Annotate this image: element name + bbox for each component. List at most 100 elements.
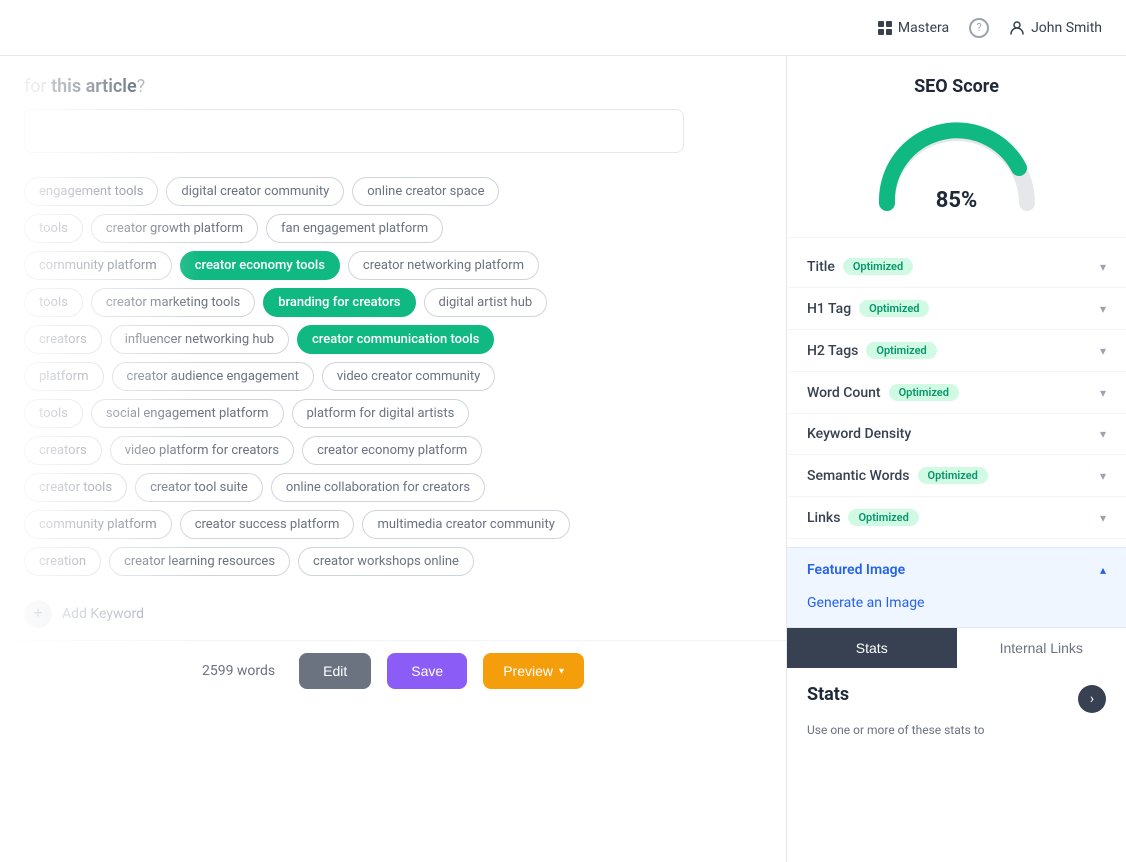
keyword-tag-active[interactable]: creator economy tools <box>180 251 340 280</box>
badge-h2: Optimized <box>866 342 936 359</box>
chevron-right-icon: ▾ <box>1100 386 1106 400</box>
badge-semantic: Optimized <box>918 467 988 484</box>
keywords-row: community platform creator success platf… <box>24 510 762 539</box>
keyword-tag[interactable]: video creator community <box>322 362 495 391</box>
chevron-right-icon: ▾ <box>1100 469 1106 483</box>
keyword-search-input[interactable] <box>24 109 684 153</box>
chevron-right-icon: ▾ <box>1100 302 1106 316</box>
keywords-row: creators influencer networking hub creat… <box>24 325 762 354</box>
keywords-row: community platform creator economy tools… <box>24 251 762 280</box>
keyword-tag[interactable]: creation <box>24 547 101 576</box>
seo-row-links[interactable]: Links Optimized ▾ <box>787 497 1126 539</box>
save-button[interactable]: Save <box>387 653 467 689</box>
help-icon[interactable]: ? <box>969 18 989 38</box>
badge-wordcount: Optimized <box>889 384 959 401</box>
preview-button[interactable]: Preview ▾ <box>483 653 584 689</box>
badge-h1: Optimized <box>859 300 929 317</box>
keywords-row: tools creator marketing tools branding f… <box>24 288 762 317</box>
main-layout: for this article? engagement tools digit… <box>0 56 1126 862</box>
seo-label-h1: H1 Tag <box>807 301 851 317</box>
featured-image-header[interactable]: Featured Image ▴ <box>787 548 1126 592</box>
keyword-tag[interactable]: online creator space <box>352 177 499 206</box>
keywords-row: engagement tools digital creator communi… <box>24 177 762 206</box>
seo-row-h1[interactable]: H1 Tag Optimized ▾ <box>787 288 1126 330</box>
keyword-tag[interactable]: creator workshops online <box>298 547 474 576</box>
header: Mastera ? John Smith <box>0 0 1126 56</box>
tab-internal-links[interactable]: Internal Links <box>957 628 1126 668</box>
keyword-tag[interactable]: tools <box>24 288 83 317</box>
add-keyword-row: + Add Keyword <box>0 592 786 640</box>
keyword-tag[interactable]: creator growth platform <box>91 214 258 243</box>
keyword-tag[interactable]: tools <box>24 214 83 243</box>
generate-image-link[interactable]: Generate an Image <box>807 595 924 611</box>
keyword-tag[interactable]: community platform <box>24 510 172 539</box>
scroll-button[interactable]: › <box>1078 685 1106 713</box>
user-icon <box>1009 20 1025 36</box>
seo-sections: Title Optimized ▾ H1 Tag Optimized ▾ H2 … <box>787 238 1126 547</box>
keyword-tag[interactable]: fan engagement platform <box>266 214 443 243</box>
keyword-tag[interactable]: online collaboration for creators <box>271 473 485 502</box>
keyword-tag[interactable]: creator networking platform <box>348 251 539 280</box>
seo-row-keyword-density[interactable]: Keyword Density ▾ <box>787 414 1126 455</box>
keyword-tag[interactable]: influencer networking hub <box>110 325 289 354</box>
chevron-right-icon: ▾ <box>1100 344 1106 358</box>
edit-button[interactable]: Edit <box>299 653 371 689</box>
seo-row-wordcount[interactable]: Word Count Optimized ▾ <box>787 372 1126 414</box>
seo-row-semantic[interactable]: Semantic Words Optimized ▾ <box>787 455 1126 497</box>
keyword-tag[interactable]: creator tools <box>24 473 127 502</box>
keyword-tag[interactable]: video platform for creators <box>110 436 294 465</box>
keyword-tag[interactable]: creator audience engagement <box>112 362 314 391</box>
seo-row-h2[interactable]: H2 Tags Optimized ▾ <box>787 330 1126 372</box>
word-count: 2599 words <box>202 663 275 679</box>
chevron-down-icon: ▾ <box>559 666 564 677</box>
seo-label-wordcount: Word Count <box>807 385 881 401</box>
chevron-right-icon: ▾ <box>1100 260 1106 274</box>
add-keyword-button[interactable]: + <box>24 600 52 628</box>
seo-row-title[interactable]: Title Optimized ▾ <box>787 246 1126 288</box>
preview-label: Preview <box>503 663 553 679</box>
keyword-tag-active[interactable]: creator communication tools <box>297 325 494 354</box>
grid-icon <box>878 21 892 35</box>
keyword-tag[interactable]: creators <box>24 436 102 465</box>
keyword-tag[interactable]: tools <box>24 399 83 428</box>
chevron-right-icon: ▾ <box>1100 511 1106 525</box>
keyword-tag[interactable]: social engagement platform <box>91 399 284 428</box>
add-keyword-label: Add Keyword <box>62 606 144 622</box>
seo-score-section: SEO Score 85% <box>787 56 1126 238</box>
bottom-bar: 2599 words Edit Save Preview ▾ <box>0 640 786 705</box>
tabs-bar: Stats Internal Links <box>787 627 1126 668</box>
keyword-tag[interactable]: creator marketing tools <box>91 288 255 317</box>
keyword-tag[interactable]: community platform <box>24 251 172 280</box>
seo-label-semantic: Semantic Words <box>807 468 910 484</box>
keyword-tag[interactable]: multimedia creator community <box>362 510 569 539</box>
badge-links: Optimized <box>848 509 918 526</box>
badge-title: Optimized <box>843 258 913 275</box>
keyword-tag[interactable]: platform <box>24 362 104 391</box>
keyword-tag[interactable]: engagement tools <box>24 177 158 206</box>
keyword-tag[interactable]: creator economy platform <box>302 436 482 465</box>
keywords-row: creator tools creator tool suite online … <box>24 473 762 502</box>
keyword-tag[interactable]: creator success platform <box>180 510 355 539</box>
seo-label-keyword-density: Keyword Density <box>807 426 911 442</box>
keywords-row: creation creator learning resources crea… <box>24 547 762 576</box>
mastera-nav[interactable]: Mastera <box>878 20 949 36</box>
keyword-tag[interactable]: creator learning resources <box>109 547 290 576</box>
user-nav[interactable]: John Smith <box>1009 20 1102 36</box>
keyword-tag[interactable]: digital artist hub <box>424 288 548 317</box>
keyword-tag[interactable]: creator tool suite <box>135 473 263 502</box>
content-area: for this article? engagement tools digit… <box>0 56 786 862</box>
article-question: for this article? <box>24 76 762 97</box>
header-navigation: Mastera ? John Smith <box>878 18 1102 38</box>
keyword-tag[interactable]: creators <box>24 325 102 354</box>
keyword-tag[interactable]: digital creator community <box>166 177 344 206</box>
seo-label-links: Links <box>807 510 840 526</box>
keyword-tag[interactable]: platform for digital artists <box>292 399 470 428</box>
keyword-tag-active[interactable]: branding for creators <box>263 288 415 317</box>
featured-image-title: Featured Image <box>807 562 905 578</box>
keywords-row: creators video platform for creators cre… <box>24 436 762 465</box>
featured-image-content: Generate an Image <box>787 592 1126 627</box>
mastera-label: Mastera <box>898 20 949 36</box>
seo-score-title: SEO Score <box>811 76 1102 97</box>
seo-label-h2: H2 Tags <box>807 343 858 359</box>
tab-stats[interactable]: Stats <box>787 628 957 668</box>
